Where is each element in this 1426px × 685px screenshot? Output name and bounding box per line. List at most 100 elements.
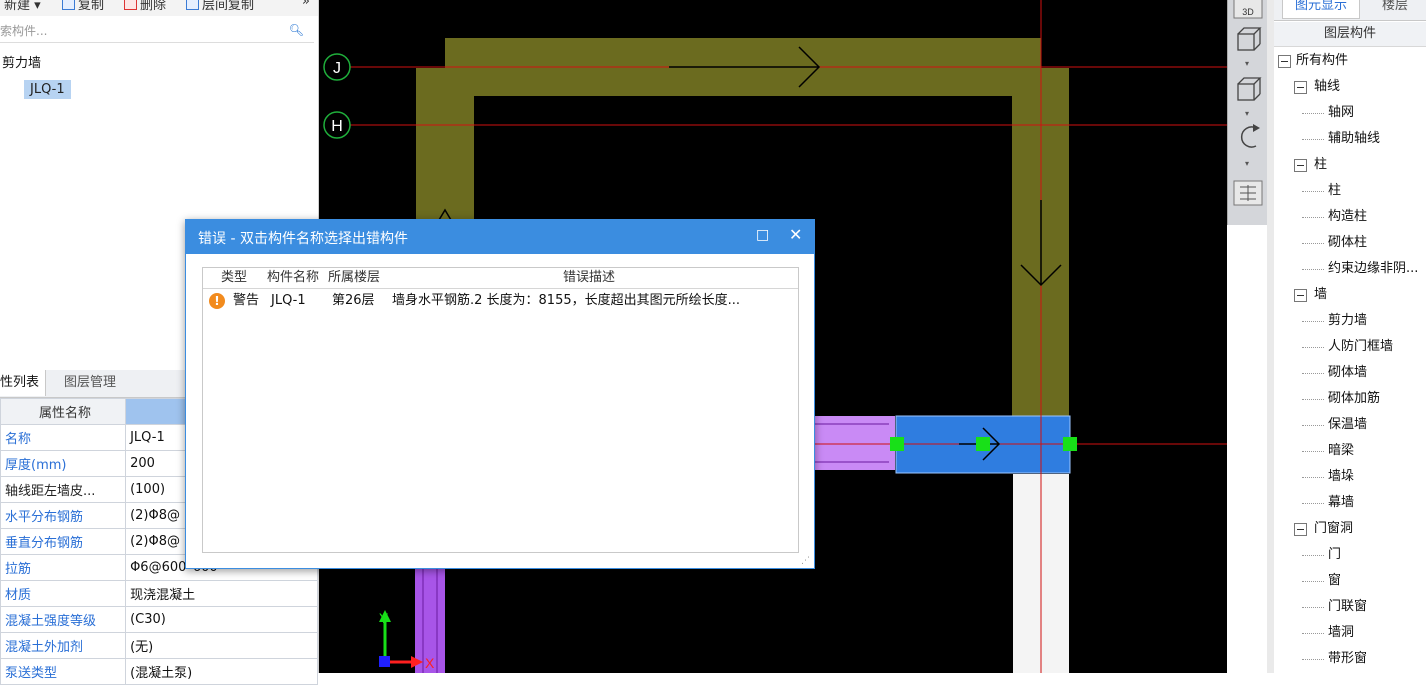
property-row[interactable]: 泵送类型 (混凝土泵) — [0, 658, 318, 685]
grip-mid[interactable] — [976, 437, 990, 451]
axis-bubble-j[interactable]: J — [323, 53, 351, 81]
collapse-icon[interactable] — [1294, 81, 1307, 94]
layer-tree-item[interactable]: 墙 — [1274, 282, 1426, 308]
layer-tree-item[interactable]: 柱 — [1274, 178, 1426, 204]
collapse-icon[interactable] — [1294, 523, 1307, 536]
tab-floor[interactable]: 楼层 — [1370, 0, 1420, 18]
property-value[interactable]: (混凝土泵) — [125, 658, 318, 685]
tab-layer-management[interactable]: 图层管理 — [58, 370, 122, 396]
collapse-icon[interactable] — [1278, 55, 1291, 68]
property-name: 水平分布钢筋 — [0, 502, 127, 529]
svg-text:▾: ▾ — [1245, 59, 1249, 68]
error-dialog: 错误 - 双击构件名称选择出错构件 □ ✕ 类型 构件名称 所属楼层 错误描述 … — [185, 219, 815, 569]
axis-bubble-h[interactable]: H — [323, 111, 351, 139]
error-component-name[interactable]: JLQ-1 — [271, 290, 306, 312]
layer-tree-item[interactable]: 砌体墙 — [1274, 360, 1426, 386]
layer-tree-item[interactable]: 砌体加筋 — [1274, 386, 1426, 412]
rotate-icon[interactable] — [1240, 124, 1260, 148]
layer-tree-label: 人防门框墙 — [1328, 339, 1394, 354]
dialog-title-bar[interactable]: 错误 - 双击构件名称选择出错构件 □ ✕ — [186, 220, 814, 254]
tab-element-display[interactable]: 图元显示 — [1282, 0, 1361, 19]
collapse-icon[interactable] — [1294, 159, 1307, 172]
layer-tree-item[interactable]: 剪力墙 — [1274, 308, 1426, 334]
layer-tree-item[interactable]: 构造柱 — [1274, 204, 1426, 230]
property-row[interactable]: 混凝土强度等级 (C30) — [0, 606, 318, 633]
cube-view-icon[interactable] — [1237, 77, 1262, 101]
close-icon[interactable]: ✕ — [789, 225, 802, 244]
layer-tree-item[interactable]: 墙洞 — [1274, 620, 1426, 646]
layer-tree-item[interactable]: 轴网 — [1274, 100, 1426, 126]
property-row[interactable]: 材质 现浇混凝土 — [0, 580, 318, 607]
delete-button[interactable]: 删除 — [124, 0, 166, 13]
property-value[interactable]: (C30) — [125, 606, 318, 633]
property-name: 厚度(mm) — [0, 450, 127, 477]
layer-tree-item[interactable]: 门联窗 — [1274, 594, 1426, 620]
layer-tree-item[interactable]: 幕墙 — [1274, 490, 1426, 516]
layer-tree-label: 门 — [1328, 547, 1342, 562]
error-type: 警告 — [233, 293, 260, 308]
column-type[interactable]: 类型 — [221, 268, 247, 288]
search-input[interactable] — [0, 22, 280, 40]
error-list-header: 类型 构件名称 所属楼层 错误描述 — [203, 268, 798, 289]
view-3d-button[interactable]: 3D — [1233, 0, 1263, 19]
layer-tree-label: 保温墙 — [1328, 417, 1368, 432]
error-row[interactable]: ! 警告 JLQ-1 第26层 墙身水平钢筋.2 长度为：8155，长度超出其图… — [203, 290, 798, 312]
tab-property-list[interactable]: 性列表 — [0, 370, 47, 396]
grip-left[interactable] — [890, 437, 904, 451]
dialog-title: 错误 - 双击构件名称选择出错构件 — [198, 231, 408, 247]
property-row[interactable]: 混凝土外加剂 (无) — [0, 632, 318, 659]
maximize-icon[interactable]: □ — [756, 227, 769, 243]
tree-connector — [1302, 633, 1324, 635]
tree-connector — [1302, 477, 1324, 479]
layer-tree-item[interactable]: 墙垛 — [1274, 464, 1426, 490]
svg-text:▾: ▾ — [1245, 159, 1249, 168]
layer-tree-item[interactable]: 门 — [1274, 542, 1426, 568]
layer-tree-label: 带形窗 — [1328, 651, 1368, 666]
grip-right[interactable] — [1063, 437, 1077, 451]
cube-top-view-icon[interactable] — [1237, 27, 1262, 51]
layer-tree-item[interactable]: 轴线 — [1274, 74, 1426, 100]
tree-category-shear-wall[interactable]: 剪力墙 — [2, 52, 41, 71]
layer-tree-item[interactable]: 砌体柱 — [1274, 230, 1426, 256]
axis-label-j: J — [333, 60, 341, 77]
column-floor[interactable]: 所属楼层 — [328, 268, 380, 288]
layer-tree-label: 墙 — [1314, 287, 1328, 302]
collapse-icon[interactable] — [1294, 289, 1307, 302]
layer-tree-label: 柱 — [1328, 183, 1342, 198]
layer-tree-item[interactable]: 所有构件 — [1274, 48, 1426, 74]
coord-x-label: X — [425, 655, 435, 671]
search-icon[interactable]: 🔍︎ — [289, 23, 304, 37]
property-value[interactable]: (无) — [125, 632, 318, 659]
column-name[interactable]: 构件名称 — [267, 268, 319, 288]
layer-tree-item[interactable]: 人防门框墙 — [1274, 334, 1426, 360]
layer-tree-item[interactable]: 暗梁 — [1274, 438, 1426, 464]
tree-item-selected[interactable]: JLQ-1 — [24, 80, 71, 99]
layer-tree-item[interactable]: 窗 — [1274, 568, 1426, 594]
property-value[interactable]: 现浇混凝土 — [125, 580, 318, 607]
layer-tree-item[interactable]: 约束边缘非阴... — [1274, 256, 1426, 282]
copy-button[interactable]: 复制 — [62, 0, 104, 13]
layer-tree-item[interactable]: 柱 — [1274, 152, 1426, 178]
layer-tree-item[interactable]: 带形窗 — [1274, 646, 1426, 672]
property-name: 材质 — [0, 580, 127, 607]
tree-connector — [1302, 373, 1324, 375]
layer-tree-item[interactable]: 门窗洞 — [1274, 516, 1426, 542]
resize-grip-icon[interactable]: ⋰ — [801, 556, 810, 566]
layer-tree-label: 辅助轴线 — [1328, 131, 1381, 146]
delete-icon — [124, 0, 137, 10]
layer-tree-item[interactable]: 辅助轴线 — [1274, 126, 1426, 152]
panel-splitter[interactable] — [1267, 0, 1274, 673]
new-button[interactable]: 新建 ▾ — [4, 0, 41, 13]
layer-tree-label: 砌体加筋 — [1328, 391, 1381, 406]
column-description[interactable]: 错误描述 — [563, 268, 615, 288]
more-button[interactable]: » — [302, 0, 310, 9]
tree-connector — [1302, 113, 1324, 115]
floor-copy-icon — [186, 0, 199, 10]
grid-view-icon[interactable] — [1233, 180, 1263, 206]
property-name: 名称 — [0, 424, 127, 451]
floor-copy-button[interactable]: 层间复制 — [186, 0, 254, 13]
property-name: 拉筋 — [0, 554, 127, 581]
view-3d-label: 3D — [1242, 7, 1254, 17]
layer-tree-label: 构造柱 — [1328, 209, 1368, 224]
layer-tree-item[interactable]: 保温墙 — [1274, 412, 1426, 438]
